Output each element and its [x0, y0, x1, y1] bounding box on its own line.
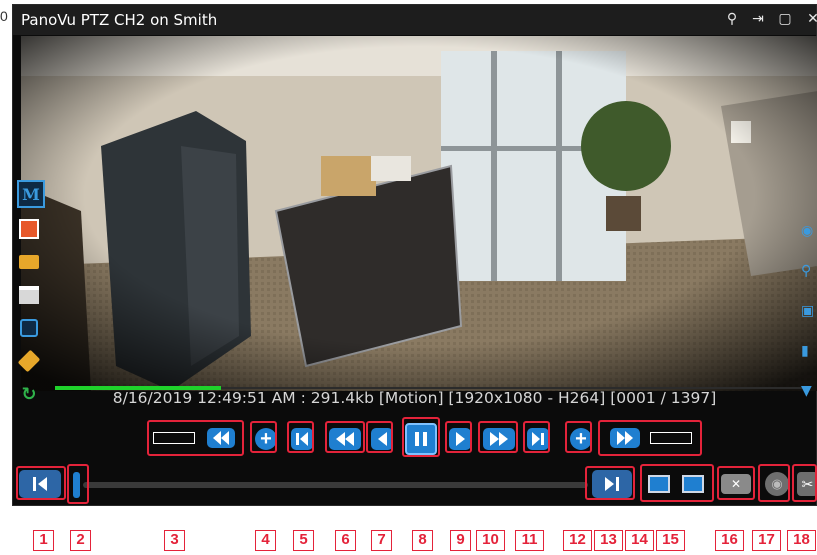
callout-box-10 [478, 421, 518, 453]
callout-label-1: 1 [33, 530, 54, 551]
timeline-track[interactable] [83, 482, 588, 488]
callout-label-5: 5 [293, 530, 314, 551]
ptz-icon[interactable]: ▼ [801, 383, 817, 403]
motion-icon[interactable]: M [17, 180, 45, 208]
callout-box-5 [287, 421, 314, 453]
callout-box-4 [250, 421, 277, 453]
close-icon[interactable]: ✕ [803, 9, 817, 29]
sync-remove-icon[interactable]: ↻ [17, 382, 41, 406]
callout-box-8 [402, 417, 440, 457]
export-icon[interactable] [17, 250, 41, 274]
callout-label-11: 11 [515, 530, 544, 551]
callout-label-14: 14 [625, 530, 654, 551]
playback-info-line: 8/16/2019 12:49:51 AM : 291.4kb [Motion]… [112, 389, 717, 407]
left-toolbar: M ↻ [17, 180, 45, 415]
callout-box-2 [67, 464, 89, 504]
callout-box-9 [445, 421, 472, 453]
callout-box-14 [598, 420, 702, 456]
stop-record-icon[interactable] [17, 217, 41, 241]
callout-label-2: 2 [70, 530, 91, 551]
snapshot-icon[interactable] [17, 316, 41, 340]
callout-label-17: 17 [752, 530, 781, 551]
callout-box-7 [366, 421, 393, 453]
title-bar[interactable]: PanoVu PTZ CH2 on Smith ⚲ ⇥ ▢ ✕ [13, 5, 817, 35]
callout-label-9: 9 [450, 530, 471, 551]
callout-label-4: 4 [255, 530, 276, 551]
maximize-icon[interactable]: ▢ [775, 9, 795, 29]
right-toolbar: ◉ ⚲ ▣ ▮ ▼ [801, 223, 817, 423]
image-icon[interactable]: ▣ [801, 303, 817, 323]
callout-label-16: 16 [715, 530, 744, 551]
callout-label-8: 8 [412, 530, 433, 551]
exit-fullscreen-icon[interactable]: ⇥ [748, 9, 768, 29]
callout-label-13: 13 [594, 530, 623, 551]
search-icon[interactable]: ⚲ [801, 263, 817, 283]
window-title: PanoVu PTZ CH2 on Smith [21, 11, 218, 29]
callout-box-16 [717, 466, 755, 500]
pin-icon[interactable]: ⚲ [722, 9, 742, 29]
callout-box-11 [523, 421, 550, 453]
callout-box-18 [792, 464, 817, 502]
callout-label-10: 10 [476, 530, 505, 551]
callout-label-12: 12 [563, 530, 592, 551]
callout-box-1 [16, 466, 66, 500]
callout-box-13 [585, 466, 635, 500]
callout-label-15: 15 [656, 530, 685, 551]
callout-box-6 [325, 421, 365, 453]
print-icon[interactable] [17, 283, 41, 307]
callout-label-3: 3 [164, 530, 185, 551]
tag-icon[interactable] [17, 349, 41, 373]
microphone-icon[interactable]: ▮ [801, 343, 817, 363]
callout-label-6: 6 [335, 530, 356, 551]
callout-label-7: 7 [371, 530, 392, 551]
camera-video-frame[interactable] [21, 36, 817, 391]
callout-box-15 [640, 464, 714, 502]
callout-box-3 [147, 420, 244, 456]
callout-box-17 [758, 464, 790, 502]
background-fragment-text: 0 [0, 8, 8, 24]
callout-label-18: 18 [787, 530, 816, 551]
binoculars-icon[interactable]: ◉ [801, 223, 817, 243]
callout-box-12 [565, 421, 592, 453]
